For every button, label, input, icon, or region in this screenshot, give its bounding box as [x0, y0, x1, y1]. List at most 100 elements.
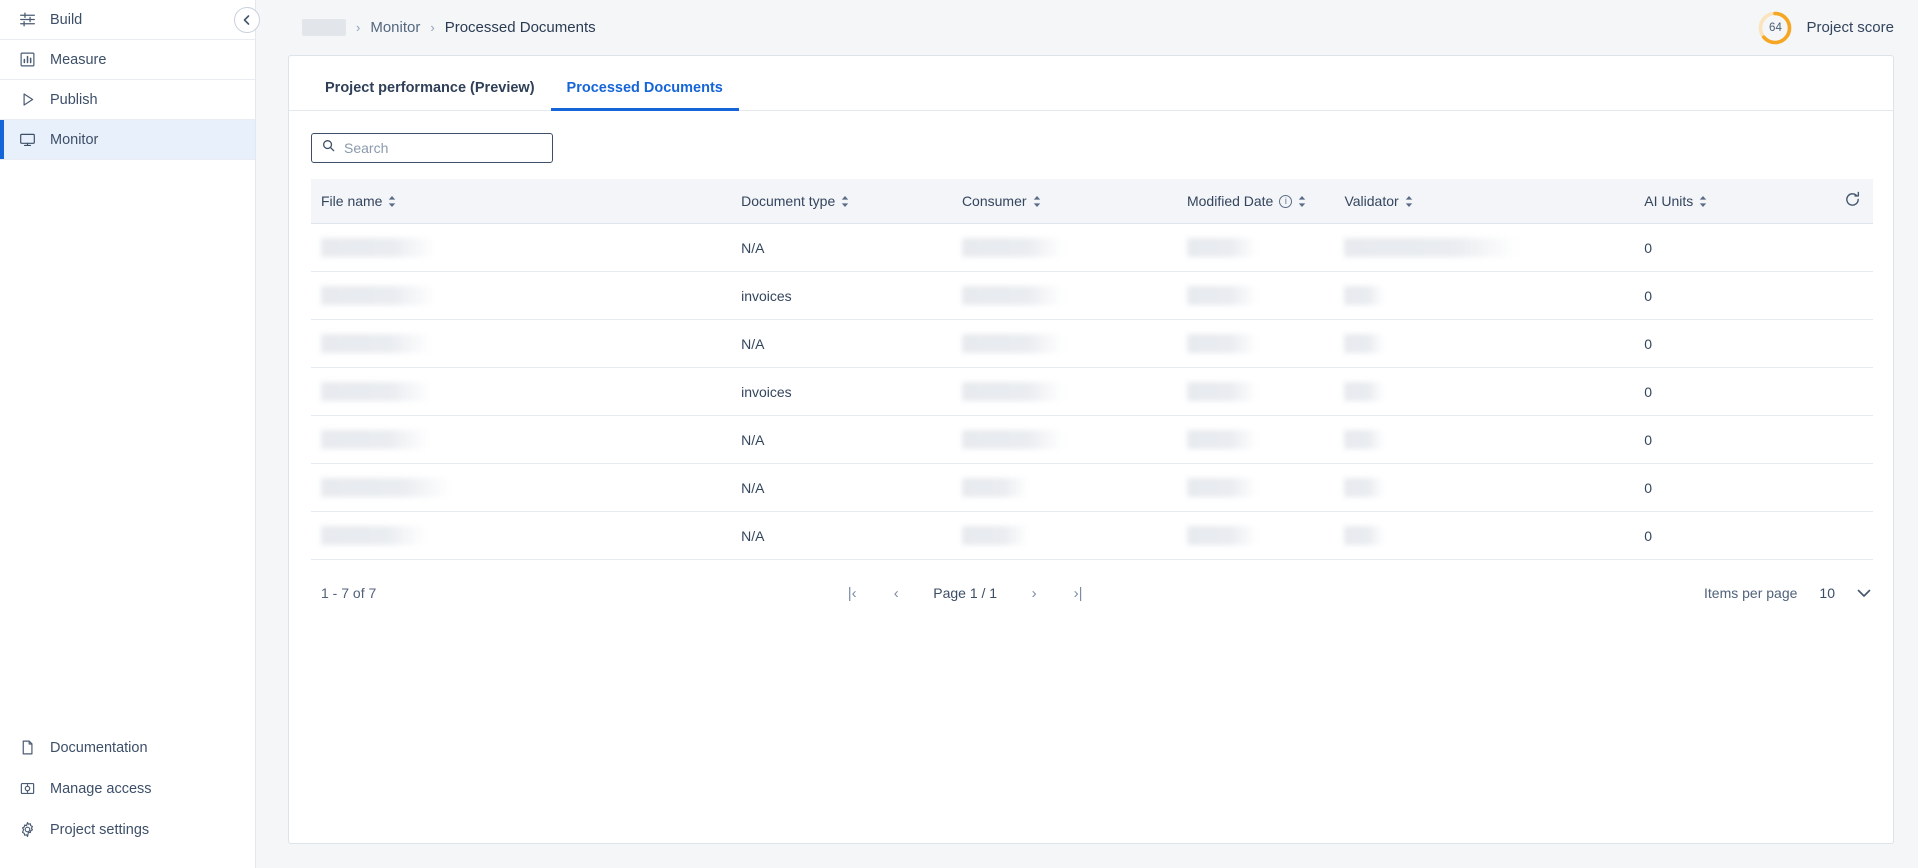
app-root: Build Measure — [0, 0, 1918, 868]
column-header-document-type[interactable]: Document type — [741, 179, 962, 224]
tab-processed-documents[interactable]: Processed Documents — [551, 80, 739, 110]
project-score-value: 64 — [1756, 9, 1794, 47]
sort-icon[interactable] — [1298, 196, 1306, 207]
redacted-value — [962, 478, 1028, 497]
gear-icon — [18, 821, 36, 839]
cell-document-type: N/A — [741, 512, 962, 560]
table-row[interactable]: N/A0 — [311, 464, 1873, 512]
column-header-consumer[interactable]: Consumer — [962, 179, 1187, 224]
redacted-value — [321, 238, 436, 257]
column-label: AI Units — [1644, 193, 1693, 209]
sidebar-primary-nav: Build Measure — [0, 0, 255, 160]
table-row[interactable]: invoices 0 — [311, 368, 1873, 416]
cell-validator — [1344, 512, 1644, 560]
processed-documents-table: File name Document type — [289, 179, 1893, 560]
redacted-value — [1344, 382, 1384, 401]
tab-project-performance[interactable]: Project performance (Preview) — [309, 80, 551, 110]
pagination-page-indicator: Page 1 / 1 — [933, 585, 997, 601]
redacted-value — [1344, 526, 1384, 545]
cell-document-type: invoices — [741, 368, 962, 416]
cell-file-name — [311, 416, 741, 464]
info-icon[interactable]: i — [1279, 195, 1292, 208]
last-page-button[interactable]: ›| — [1071, 585, 1085, 602]
monitor-icon — [18, 131, 36, 149]
sidebar-item-project-settings[interactable]: Project settings — [0, 809, 255, 850]
first-page-button[interactable]: |‹ — [845, 585, 859, 602]
bar-chart-icon — [18, 51, 36, 69]
sidebar-item-label: Measure — [50, 52, 106, 68]
sort-icon[interactable] — [1699, 196, 1707, 207]
column-header-file-name[interactable]: File name — [311, 179, 741, 224]
breadcrumb-item-monitor[interactable]: Monitor — [370, 19, 420, 36]
cell-modified-date — [1187, 368, 1344, 416]
redacted-value — [962, 382, 1065, 401]
table-toolbar — [289, 111, 1893, 179]
sort-icon[interactable] — [1033, 196, 1041, 207]
sidebar-item-label: Publish — [50, 92, 98, 108]
cell-consumer — [962, 224, 1187, 272]
previous-page-button[interactable]: ‹ — [889, 585, 903, 602]
sidebar-item-measure[interactable]: Measure — [0, 40, 255, 80]
refresh-icon[interactable] — [1844, 191, 1861, 211]
project-score[interactable]: 64 Project score — [1756, 9, 1894, 47]
sort-icon[interactable] — [841, 196, 849, 207]
sidebar-item-label: Manage access — [50, 781, 152, 797]
cell-modified-date — [1187, 224, 1344, 272]
sidebar-item-manage-access[interactable]: Manage access — [0, 768, 255, 809]
items-per-page-value[interactable]: 10 — [1819, 585, 1835, 601]
tab-bar: Project performance (Preview) Processed … — [289, 56, 1893, 111]
items-per-page: Items per page 10 — [1704, 585, 1871, 601]
cell-modified-date — [1187, 416, 1344, 464]
redacted-value — [962, 238, 1065, 257]
table-row[interactable]: N/A 0 — [311, 320, 1873, 368]
sidebar-item-monitor[interactable]: Monitor — [0, 120, 255, 160]
sidebar-item-build[interactable]: Build — [0, 0, 255, 40]
cell-ai-units: 0 — [1644, 416, 1815, 464]
cell-row-actions — [1815, 272, 1873, 320]
cell-document-type: N/A — [741, 464, 962, 512]
collapse-sidebar-button[interactable] — [234, 7, 260, 33]
next-page-button[interactable]: › — [1027, 585, 1041, 602]
cell-row-actions — [1815, 320, 1873, 368]
sidebar-item-documentation[interactable]: Documentation — [0, 727, 255, 768]
cell-document-type: N/A — [741, 320, 962, 368]
sidebar-item-label: Project settings — [50, 822, 149, 838]
cell-ai-units: 0 — [1644, 368, 1815, 416]
chevron-down-icon[interactable] — [1857, 586, 1871, 601]
column-header-ai-units[interactable]: AI Units — [1644, 179, 1815, 224]
sort-icon[interactable] — [388, 196, 396, 207]
table-row[interactable]: N/A0 — [311, 224, 1873, 272]
breadcrumb-project-redacted[interactable] — [302, 19, 346, 36]
cell-validator — [1344, 416, 1644, 464]
pagination-bar: 1 - 7 of 7 |‹ ‹ Page 1 / 1 › ›| Items pe… — [289, 560, 1893, 626]
sidebar-item-publish[interactable]: Publish — [0, 80, 255, 120]
cell-consumer — [962, 416, 1187, 464]
cell-consumer — [962, 512, 1187, 560]
search-box[interactable] — [311, 133, 553, 163]
search-icon — [322, 139, 335, 157]
column-label: Validator — [1344, 193, 1398, 209]
cell-validator — [1344, 320, 1644, 368]
cell-consumer — [962, 320, 1187, 368]
top-bar: › Monitor › Processed Documents 64 Proje… — [256, 0, 1918, 55]
column-header-modified-date[interactable]: Modified Date i — [1187, 179, 1344, 224]
table-row[interactable]: N/A0 — [311, 512, 1873, 560]
cell-modified-date — [1187, 272, 1344, 320]
table-row[interactable]: N/A0 — [311, 416, 1873, 464]
redacted-value — [1187, 238, 1257, 257]
table-row[interactable]: invoices0 — [311, 272, 1873, 320]
column-label: File name — [321, 193, 382, 209]
column-header-validator[interactable]: Validator — [1344, 179, 1644, 224]
search-input[interactable] — [344, 140, 542, 156]
sidebar-item-label: Build — [50, 12, 82, 28]
table-body: N/A0invoices0N/A0invoices0N/A0N/A0N/A0 — [311, 224, 1873, 560]
cell-modified-date — [1187, 464, 1344, 512]
redacted-value — [1344, 238, 1519, 257]
cell-ai-units: 0 — [1644, 320, 1815, 368]
redacted-value — [321, 526, 426, 545]
breadcrumb-item-processed-documents: Processed Documents — [445, 19, 596, 36]
sort-icon[interactable] — [1405, 196, 1413, 207]
redacted-value — [321, 430, 429, 449]
cell-file-name — [311, 320, 741, 368]
sidebar-spacer — [0, 160, 255, 727]
